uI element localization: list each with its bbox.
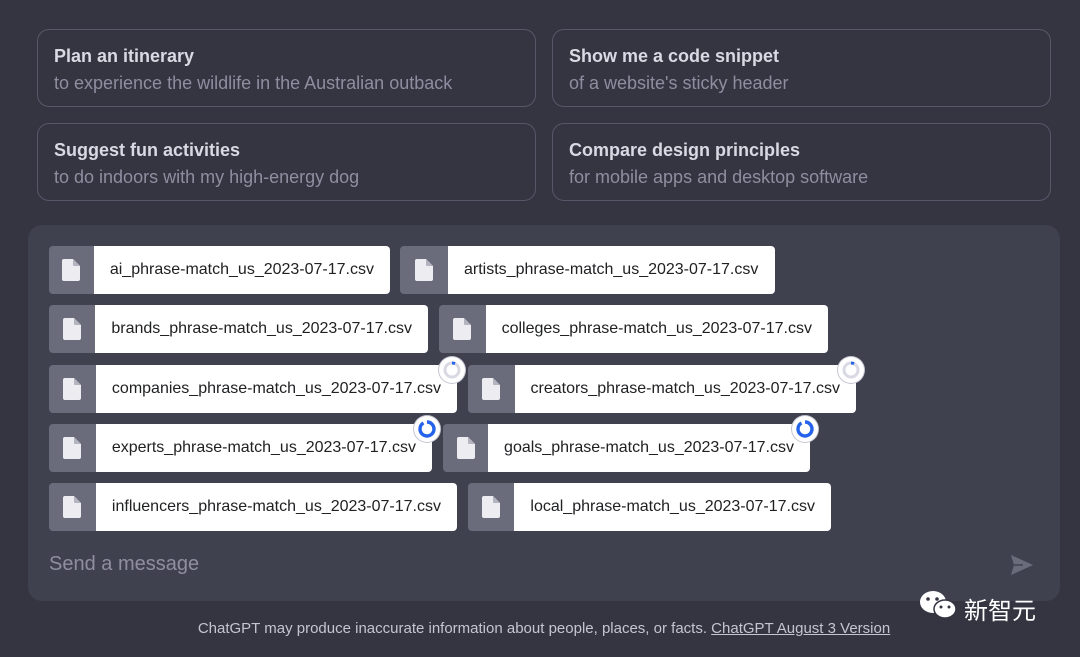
suggestion-card-design-principles[interactable]: Compare design principles for mobile app… xyxy=(552,123,1051,201)
attachment-chip[interactable]: artists_phrase-match_us_2023-07-17.csv xyxy=(400,246,775,294)
attachment-filename: brands_phrase-match_us_2023-07-17.csv xyxy=(95,305,428,353)
file-icon xyxy=(443,424,489,472)
attachment-chip[interactable]: influencers_phrase-match_us_2023-07-17.c… xyxy=(49,483,457,531)
disclaimer-text: ChatGPT may produce inaccurate informati… xyxy=(197,620,707,637)
file-icon xyxy=(49,424,96,472)
attachment-chip[interactable]: experts_phrase-match_us_2023-07-17.csv xyxy=(49,424,432,472)
attachment-chip[interactable]: goals_phrase-match_us_2023-07-17.csv xyxy=(443,424,810,472)
attachment-chip[interactable]: brands_phrase-match_us_2023-07-17.csv xyxy=(49,305,428,353)
attachment-chip[interactable]: local_phrase-match_us_2023-07-17.csv xyxy=(468,483,831,531)
attachment-filename: colleges_phrase-match_us_2023-07-17.csv xyxy=(485,305,828,353)
file-icon xyxy=(49,246,94,294)
attachment-filename: artists_phrase-match_us_2023-07-17.csv xyxy=(448,246,775,294)
suggestion-card-code-snippet[interactable]: Show me a code snippet of a website's st… xyxy=(552,29,1051,107)
watermark-text: 新智元 xyxy=(964,598,1036,625)
message-input[interactable]: Send a message xyxy=(49,553,199,576)
attachment-chip[interactable]: companies_phrase-match_us_2023-07-17.csv xyxy=(49,365,457,413)
suggestion-card-fun-activities[interactable]: Suggest fun activities to do indoors wit… xyxy=(37,123,536,201)
file-icon xyxy=(49,483,96,531)
file-icon xyxy=(439,305,486,353)
upload-spinner-icon xyxy=(838,357,864,383)
attachment-filename: experts_phrase-match_us_2023-07-17.csv xyxy=(95,424,432,472)
watermark: 新智元 xyxy=(918,589,1036,628)
file-icon xyxy=(468,483,515,531)
file-icon xyxy=(49,365,96,413)
file-icon xyxy=(400,246,448,294)
attachment-filename: local_phrase-match_us_2023-07-17.csv xyxy=(514,483,831,531)
send-icon[interactable] xyxy=(1008,551,1036,579)
attachment-chip[interactable]: colleges_phrase-match_us_2023-07-17.csv xyxy=(439,305,828,353)
wechat-icon xyxy=(918,589,958,628)
suggestion-title: Suggest fun activities xyxy=(54,140,241,160)
suggestion-title: Show me a code snippet xyxy=(569,46,780,66)
file-icon xyxy=(49,305,96,353)
suggestion-subtitle: to do indoors with my high-energy dog xyxy=(54,167,360,187)
attachment-chip[interactable]: creators_phrase-match_us_2023-07-17.csv xyxy=(468,365,856,413)
suggestion-subtitle: for mobile apps and desktop software xyxy=(569,167,869,187)
suggestion-title: Plan an itinerary xyxy=(54,46,195,66)
attachment-filename: goals_phrase-match_us_2023-07-17.csv xyxy=(488,424,810,472)
upload-spinner-icon xyxy=(439,357,465,383)
upload-progress-icon xyxy=(414,416,440,442)
version-link[interactable]: ChatGPT August 3 Version xyxy=(711,620,890,637)
upload-progress-icon xyxy=(792,416,818,442)
attachment-chip[interactable]: ai_phrase-match_us_2023-07-17.csv xyxy=(49,246,390,294)
file-icon xyxy=(468,365,515,413)
attachment-filename: influencers_phrase-match_us_2023-07-17.c… xyxy=(95,483,457,531)
suggestion-title: Compare design principles xyxy=(569,140,801,160)
suggestion-card-plan-itinerary[interactable]: Plan an itinerary to experience the wild… xyxy=(37,29,536,107)
suggestion-subtitle: of a website's sticky header xyxy=(569,73,789,93)
attachment-filename: companies_phrase-match_us_2023-07-17.csv xyxy=(95,365,457,413)
attachment-filename: creators_phrase-match_us_2023-07-17.csv xyxy=(514,365,856,413)
attachment-filename: ai_phrase-match_us_2023-07-17.csv xyxy=(93,246,390,294)
suggestion-subtitle: to experience the wildlife in the Austra… xyxy=(54,73,453,93)
